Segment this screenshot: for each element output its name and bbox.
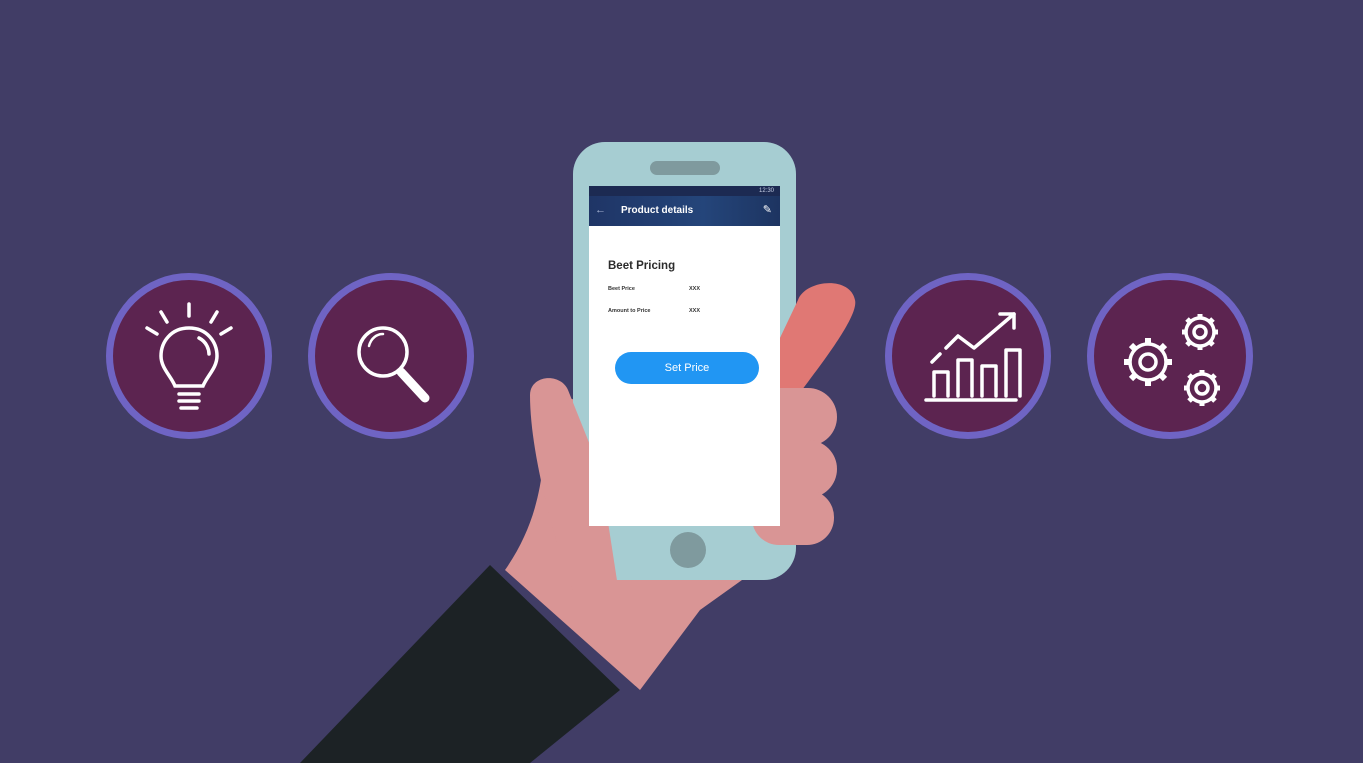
status-bar: 12:30 [589, 186, 780, 196]
row-value: XXX [689, 308, 701, 314]
growth-chart-icon [924, 312, 1022, 402]
app-bar-title: Product details [621, 205, 694, 216]
magnifier-badge [308, 273, 474, 439]
set-price-button[interactable]: Set Price [615, 352, 759, 384]
app-bar: ← Product details ✎ [589, 196, 780, 226]
lightbulb-badge [106, 273, 272, 439]
screen-content: Beet Pricing Beet Price XXX Amount to Pr… [589, 226, 780, 314]
amount-to-price-row: Amount to Price XXX [608, 308, 780, 314]
row-label: Amount to Price [608, 308, 651, 314]
row-label: Beet Price [608, 286, 635, 292]
edit-pencil-icon[interactable]: ✎ [763, 203, 772, 216]
lightbulb-icon [145, 302, 233, 410]
phone-screen: 12:30 ← Product details ✎ Beet Pricing B… [589, 186, 780, 526]
magnifier-icon [357, 326, 430, 403]
beet-price-row: Beet Price XXX [608, 286, 780, 292]
row-value: XXX [689, 286, 701, 292]
status-time: 12:30 [758, 188, 774, 194]
scene: 12:30 ← Product details ✎ Beet Pricing B… [0, 0, 1363, 763]
section-title: Beet Pricing [608, 260, 676, 272]
back-arrow-icon[interactable]: ← [595, 204, 606, 216]
gears-badge [1087, 273, 1253, 439]
growth-chart-badge [885, 273, 1051, 439]
gears-icon [1124, 314, 1220, 406]
